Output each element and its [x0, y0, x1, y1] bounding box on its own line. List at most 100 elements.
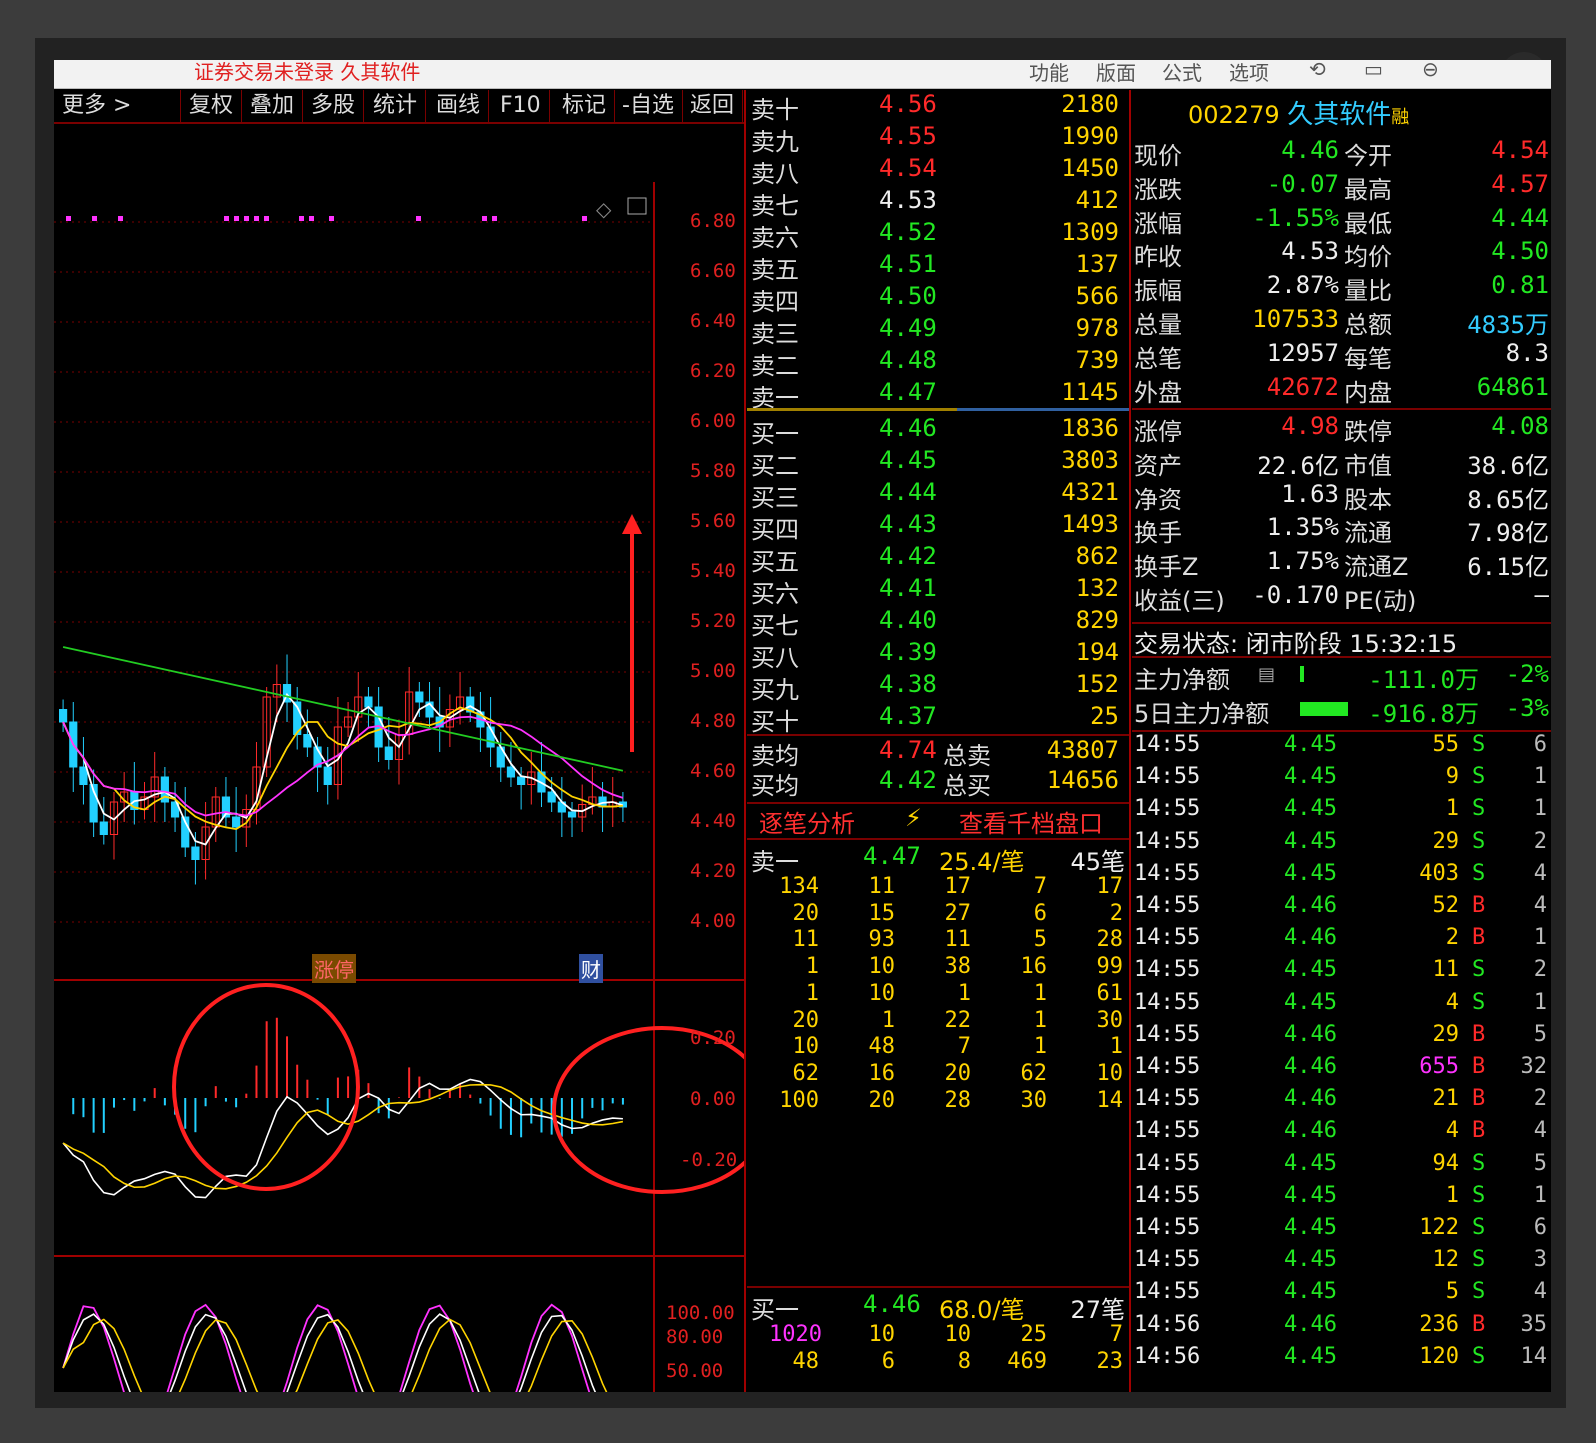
ask-row[interactable]: 卖二 4.48 739 — [747, 346, 1129, 380]
window-icon[interactable]: ▭ — [1364, 60, 1383, 81]
event-marker — [234, 216, 239, 221]
tab-tick-analysis[interactable]: 逐笔分析 — [759, 804, 855, 839]
menu-formula[interactable]: 公式 — [1162, 60, 1202, 86]
ask-row[interactable]: 卖十 4.56 2180 — [747, 90, 1129, 124]
ask-row[interactable]: 卖一 4.47 1145 — [747, 378, 1129, 412]
restore-rights-button[interactable]: 复权 — [181, 90, 243, 122]
event-marker — [416, 216, 421, 221]
tick-row[interactable]: 14:55 4.45 5 S 4 — [1132, 1279, 1551, 1311]
trade-status: 交易状态: 闭市阶段 15:32:15 — [1134, 630, 1458, 658]
tick-row[interactable]: 14:55 4.45 94 S 5 — [1132, 1151, 1551, 1183]
ask-row[interactable]: 卖三 4.49 978 — [747, 314, 1129, 348]
price-tick: 6.60 — [690, 260, 736, 282]
quote-row: 涨停 4.98 跌停 4.08 — [1134, 412, 1549, 446]
top-menu-bar: 证券交易未登录 久其软件 功能 版面 公式 选项 ⟲ ▭ ⊖ — [54, 60, 1551, 89]
bid-row[interactable]: 买六 4.41 132 — [747, 574, 1129, 608]
statistics-button[interactable]: 统计 — [365, 90, 427, 122]
f10-button[interactable]: F10 — [492, 90, 550, 122]
ask-row[interactable]: 卖六 4.52 1309 — [747, 218, 1129, 252]
tab-depth-view[interactable]: 查看千档盘口 — [959, 804, 1103, 839]
tick-row[interactable]: 14:56 4.46 236 B 35 — [1132, 1312, 1551, 1344]
ask-row[interactable]: 卖五 4.51 137 — [747, 250, 1129, 284]
bid-row[interactable]: 买七 4.40 829 — [747, 606, 1129, 640]
candle-body — [364, 696, 373, 708]
tick-row[interactable]: 14:55 4.45 11 S 2 — [1132, 957, 1551, 989]
remove-watchlist-button[interactable]: -自选 — [614, 90, 683, 122]
price-tick: 6.80 — [690, 210, 736, 232]
tick-row[interactable]: 14:55 4.46 2 B 1 — [1132, 925, 1551, 957]
mark-button[interactable]: 标记 — [554, 90, 616, 122]
divider — [1132, 408, 1551, 410]
multi-stock-button[interactable]: 多股 — [303, 90, 365, 122]
price-tick: 6.20 — [690, 360, 736, 382]
refresh-icon[interactable]: ⟲ — [1309, 60, 1326, 81]
order-queue-row: 100 20 28 30 14 — [779, 1087, 1123, 1113]
more-button[interactable]: 更多 > — [54, 90, 181, 122]
order-queue-row: 10 48 7 1 1 — [792, 1034, 1124, 1060]
tick-row[interactable]: 14:55 4.46 4 B 4 — [1132, 1118, 1551, 1150]
tick-row[interactable]: 14:55 4.46 52 B 4 — [1132, 893, 1551, 925]
minimize-icon[interactable]: ⊖ — [1422, 60, 1439, 81]
price-tick: 4.40 — [690, 810, 736, 832]
tick-row[interactable]: 14:55 4.45 4 S 1 — [1132, 990, 1551, 1022]
macd-tick: 0.00 — [690, 1088, 736, 1110]
bid-row[interactable]: 买二 4.45 3803 — [747, 446, 1129, 480]
menu-options[interactable]: 选项 — [1229, 60, 1269, 86]
event-marker — [224, 216, 229, 221]
quote-row: 资产 22.6亿 市值 38.6亿 — [1134, 451, 1549, 480]
menu-layout[interactable]: 版面 — [1096, 60, 1136, 86]
draw-line-button[interactable]: 画线 — [428, 90, 490, 122]
tick-row[interactable]: 14:55 4.45 1 S 1 — [1132, 796, 1551, 828]
diamond-icon: ◇ — [596, 197, 612, 221]
price-tick: 6.00 — [690, 410, 736, 432]
order-queue-row: 134 11 17 7 17 — [779, 874, 1123, 899]
avg-buy-row: 买均 4.42 总买 14656 — [751, 766, 1119, 800]
bid-row[interactable]: 买八 4.39 194 — [747, 638, 1129, 672]
overlay-button[interactable]: 叠加 — [242, 90, 304, 122]
ma20-line — [62, 715, 624, 817]
kdj-d-line — [62, 1318, 608, 1392]
main-net-row: 主力净额 ▤ -111.0万 -2% — [1134, 660, 1549, 694]
candle-body — [99, 821, 108, 835]
tick-row[interactable]: 14:55 4.45 55 S 6 — [1132, 732, 1551, 764]
panel-toggle-icon — [627, 197, 647, 215]
tick-row[interactable]: 14:55 4.46 29 B 5 — [1132, 1022, 1551, 1054]
stock-code: 002279 — [1188, 101, 1280, 129]
bid-row[interactable]: 买四 4.43 1493 — [747, 510, 1129, 544]
tick-row[interactable]: 14:55 4.45 403 S 4 — [1132, 861, 1551, 893]
quote-row: 涨跌 -0.07 最高 4.57 — [1134, 169, 1549, 204]
kdj-tick: 80.00 — [666, 1326, 724, 1348]
quote-row: 外盘 42672 内盘 64861 — [1134, 372, 1549, 407]
tick-row[interactable]: 14:56 4.45 120 S 14 — [1132, 1344, 1551, 1376]
price-tick: 5.20 — [690, 610, 736, 632]
bid-row[interactable]: 买三 4.44 4321 — [747, 478, 1129, 512]
bid-row[interactable]: 买一 4.46 1836 — [747, 414, 1129, 448]
tick-row[interactable]: 14:55 4.45 12 S 3 — [1132, 1247, 1551, 1279]
ask-row[interactable]: 卖七 4.53 412 — [747, 186, 1129, 220]
price-tick: 5.60 — [690, 510, 736, 532]
kline-chart-area[interactable]: ◇ 6.80 6.60 6.40 6.20 6.00 5.80 5.60 5.40 5.20 5.… — [54, 122, 744, 1392]
tick-row[interactable]: 14:55 4.45 29 S 2 — [1132, 829, 1551, 861]
annotation-arrow-head — [622, 514, 642, 534]
tick-row[interactable]: 14:55 4.45 122 S 6 — [1132, 1215, 1551, 1247]
kline-chart[interactable]: ◇ — [54, 122, 744, 1392]
event-marker — [66, 216, 71, 221]
order-queue-row: 11 93 11 5 28 — [792, 927, 1124, 953]
macd-dea-line — [62, 1083, 624, 1190]
ask-row[interactable]: 卖九 4.55 1990 — [747, 122, 1129, 156]
tick-row[interactable]: 14:55 4.46 655 B 32 — [1132, 1054, 1551, 1086]
ask-row[interactable]: 卖八 4.54 1450 — [747, 154, 1129, 188]
menu-function[interactable]: 功能 — [1029, 60, 1069, 86]
ask-row[interactable]: 卖四 4.50 566 — [747, 282, 1129, 316]
bid-row[interactable]: 买五 4.42 862 — [747, 542, 1129, 576]
bid-row[interactable]: 买十 4.37 25 — [747, 702, 1129, 736]
macd-tick: -0.20 — [680, 1149, 738, 1171]
tick-row[interactable]: 14:55 4.45 9 S 1 — [1132, 764, 1551, 796]
bid-row[interactable]: 买九 4.38 152 — [747, 670, 1129, 704]
tick-row[interactable]: 14:55 4.45 1 S 1 — [1132, 1183, 1551, 1215]
finance-marker[interactable]: 财 — [579, 954, 603, 983]
back-button[interactable]: 返回 — [682, 90, 744, 122]
limit-up-marker[interactable]: 涨停 — [312, 954, 356, 983]
tick-row[interactable]: 14:55 4.46 21 B 2 — [1132, 1086, 1551, 1118]
price-tick: 4.20 — [690, 860, 736, 882]
